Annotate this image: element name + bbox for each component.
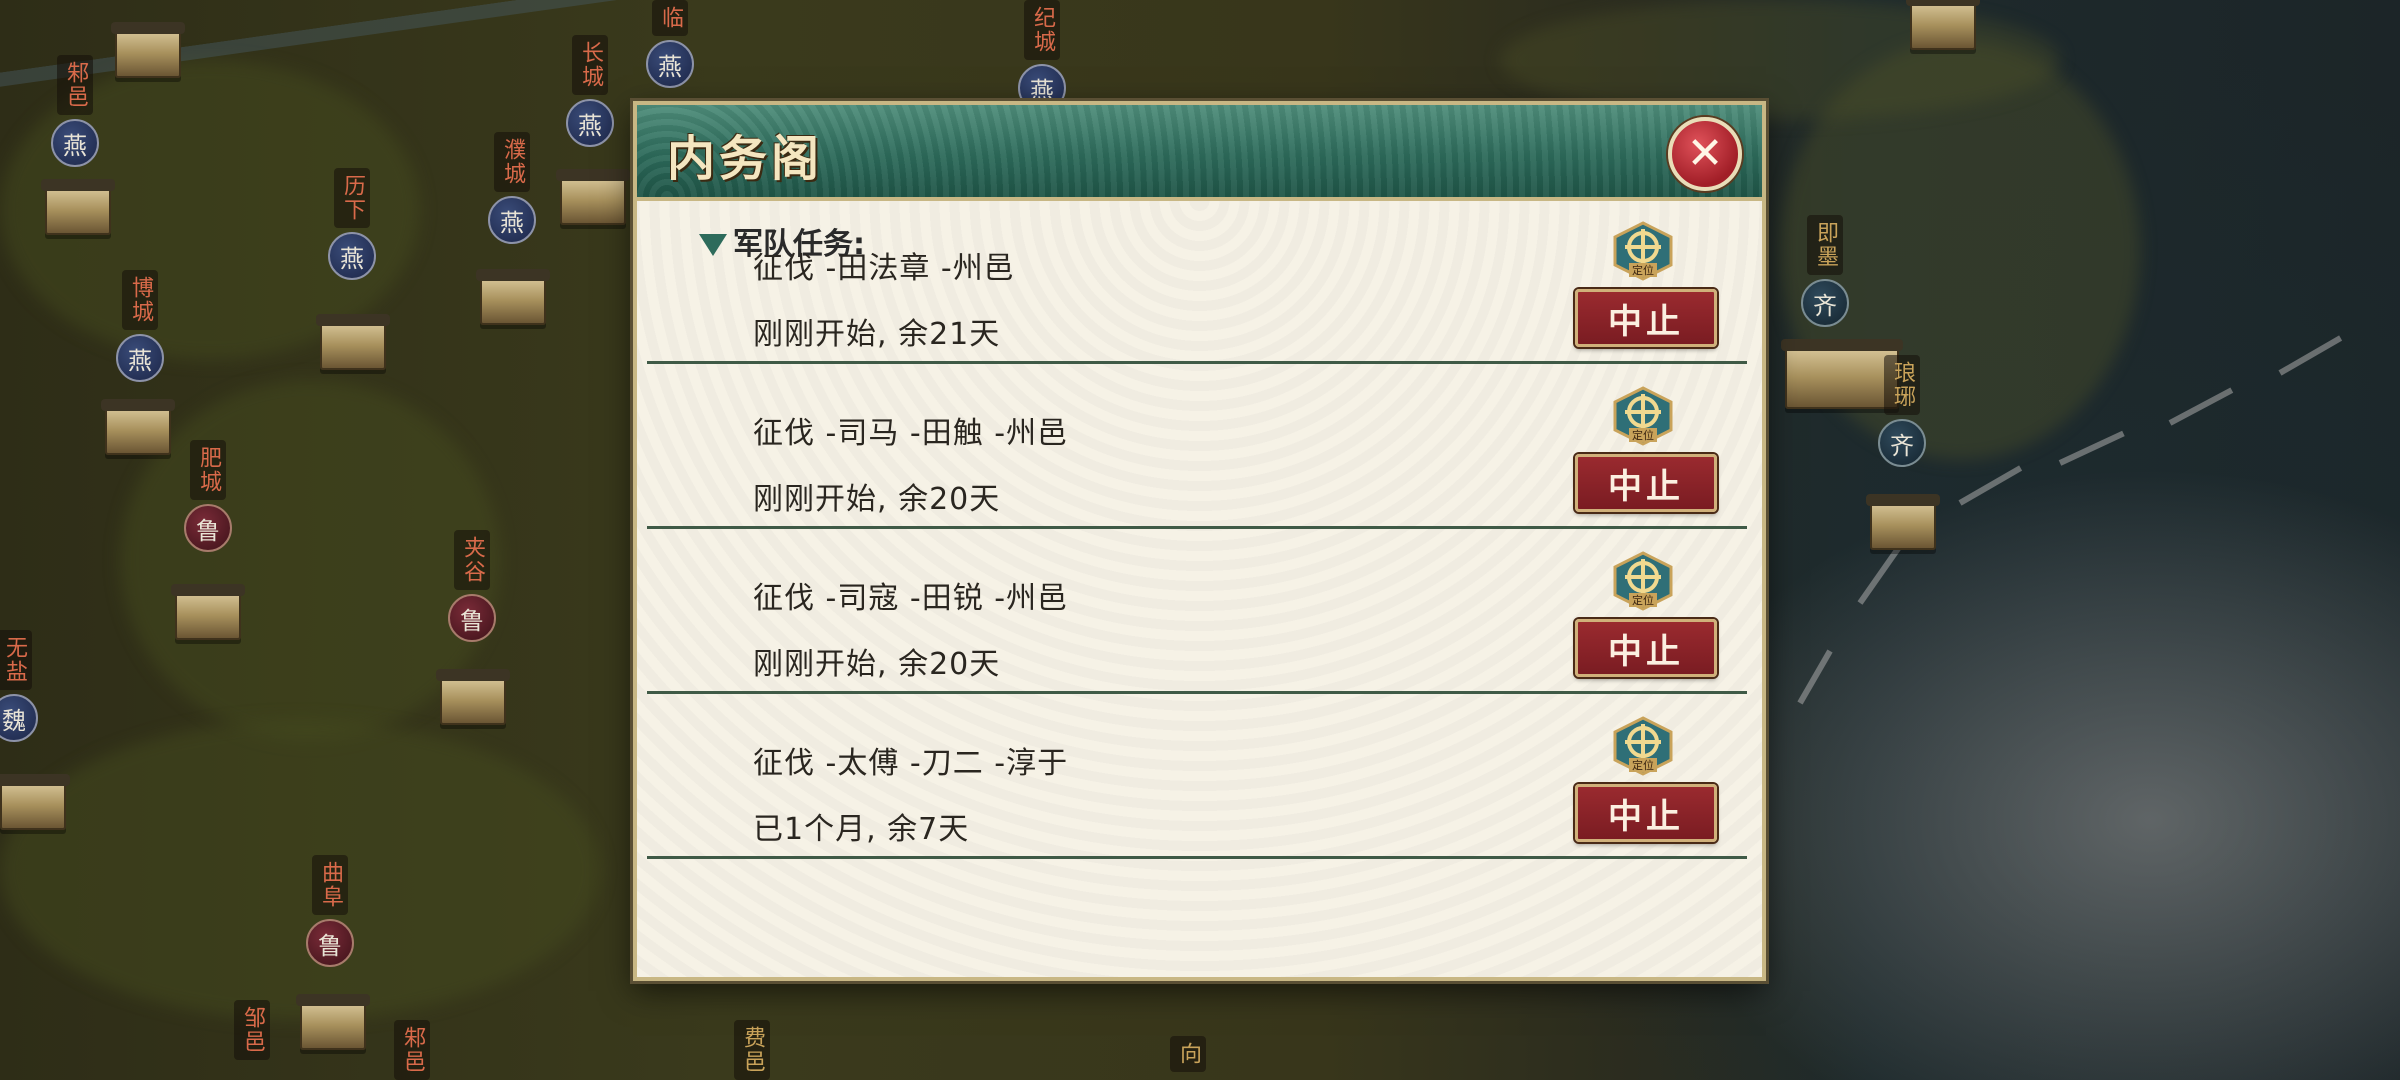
stop-button[interactable]: 中止 (1575, 784, 1717, 842)
city-name: 邾邑 (394, 1020, 430, 1080)
building-icon[interactable] (1866, 494, 1940, 550)
city-marker[interactable]: 纪城 燕 (1018, 0, 1066, 112)
dialog-header: 内务阁 ✕ (637, 105, 1762, 201)
building-icon[interactable] (556, 169, 630, 225)
city-marker[interactable]: 博城 燕 (116, 270, 164, 382)
game-screen: 邾邑 燕 长城 燕 临 燕 纪城 燕 历下 燕 濮城 燕 博城 燕 肥城 鲁 夹… (0, 0, 2400, 1080)
svg-text:定位: 定位 (1632, 263, 1654, 277)
city-name: 曲阜 (312, 855, 348, 915)
faction-badge: 燕 (488, 196, 536, 244)
task-row: 征伐 -太傅 -刀二 -淳于 已1个月, 余7天 定位 中止 (647, 696, 1747, 859)
faction-badge: 燕 (51, 119, 99, 167)
task-row: 征伐 -司马 -田触 -州邑 刚刚开始, 余20天 定位 中止 (647, 366, 1747, 529)
city-marker[interactable]: 无盐 魏 (0, 630, 38, 742)
faction-badge: 齐 (1801, 279, 1849, 327)
task-row: 征伐 -田法章 -州邑 刚刚开始, 余21天 定位 中止 (647, 201, 1747, 364)
city-name: 琅琊 (1884, 355, 1920, 415)
svg-text:定位: 定位 (1632, 428, 1654, 442)
crosshair-icon: 定位 (1613, 221, 1673, 281)
crosshair-icon: 定位 (1613, 386, 1673, 446)
city-marker[interactable]: 向 (1168, 1036, 1208, 1072)
city-name: 纪城 (1024, 0, 1060, 60)
city-marker[interactable]: 肥城 鲁 (184, 440, 232, 552)
task-status: 刚刚开始, 余21天 (753, 317, 1001, 352)
crosshair-icon: 定位 (1613, 551, 1673, 611)
city-marker[interactable]: 邾邑 (392, 1020, 432, 1080)
internal-affairs-dialog: 内务阁 ✕ 军队任务: 征伐 -田法章 -州邑 刚刚开始, 余21天 定位 中止… (633, 101, 1766, 981)
locate-button[interactable]: 定位 (1611, 551, 1675, 611)
svg-text:定位: 定位 (1632, 758, 1654, 772)
task-status: 刚刚开始, 余20天 (753, 647, 1001, 682)
city-name: 即墨 (1807, 215, 1843, 275)
faction-badge: 燕 (116, 334, 164, 382)
locate-button[interactable]: 定位 (1611, 386, 1675, 446)
building-icon[interactable] (316, 314, 390, 370)
faction-badge: 魏 (0, 694, 38, 742)
city-name: 博城 (122, 270, 158, 330)
task-title: 征伐 -田法章 -州邑 (753, 251, 1015, 286)
locate-button[interactable]: 定位 (1611, 716, 1675, 776)
city-marker[interactable]: 费邑 (732, 1020, 772, 1080)
building-icon[interactable] (171, 584, 245, 640)
city-marker[interactable]: 即墨 齐 (1801, 215, 1849, 327)
task-status: 刚刚开始, 余20天 (753, 482, 1001, 517)
faction-badge: 燕 (328, 232, 376, 280)
stop-button[interactable]: 中止 (1575, 619, 1717, 677)
faction-badge: 齐 (1878, 419, 1926, 467)
faction-badge: 燕 (646, 40, 694, 88)
city-name: 肥城 (190, 440, 226, 500)
city-marker[interactable]: 夹谷 鲁 (448, 530, 496, 642)
building-icon[interactable] (296, 994, 370, 1050)
city-name: 邾邑 (57, 55, 93, 115)
building-icon[interactable] (41, 179, 115, 235)
task-title: 征伐 -司马 -田触 -州邑 (753, 416, 1069, 451)
city-name: 濮城 (494, 132, 530, 192)
building-icon[interactable] (111, 22, 185, 78)
stop-button[interactable]: 中止 (1575, 454, 1717, 512)
faction-badge: 鲁 (448, 594, 496, 642)
city-marker[interactable]: 长城 燕 (566, 35, 614, 147)
svg-text:定位: 定位 (1632, 593, 1654, 607)
city-marker[interactable]: 邾邑 燕 (51, 55, 99, 167)
city-marker[interactable]: 濮城 燕 (488, 132, 536, 244)
task-list[interactable]: 军队任务: 征伐 -田法章 -州邑 刚刚开始, 余21天 定位 中止 征伐 -司… (637, 201, 1762, 977)
task-status: 已1个月, 余7天 (753, 812, 970, 847)
task-row: 征伐 -司寇 -田锐 -州邑 刚刚开始, 余20天 定位 中止 (647, 531, 1747, 694)
dialog-title: 内务阁 (667, 131, 824, 187)
task-title: 征伐 -太傅 -刀二 -淳于 (753, 746, 1069, 781)
close-icon: ✕ (1686, 128, 1724, 179)
faction-badge: 鲁 (306, 919, 354, 967)
city-name: 向 (1170, 1036, 1206, 1072)
city-name: 无盐 (0, 630, 32, 690)
close-button[interactable]: ✕ (1668, 117, 1742, 191)
city-name: 历下 (334, 168, 370, 228)
faction-badge: 燕 (566, 99, 614, 147)
city-marker[interactable]: 曲阜 鲁 (306, 855, 354, 967)
crosshair-icon: 定位 (1613, 716, 1673, 776)
building-icon[interactable] (436, 669, 510, 725)
city-name: 夹谷 (454, 530, 490, 590)
city-name: 费邑 (734, 1020, 770, 1080)
building-icon[interactable] (101, 399, 175, 455)
faction-badge: 鲁 (184, 504, 232, 552)
building-icon[interactable] (1906, 0, 1980, 50)
city-marker[interactable]: 邹邑 (232, 1000, 272, 1060)
locate-button[interactable]: 定位 (1611, 221, 1675, 281)
city-marker[interactable]: 临 燕 (646, 0, 694, 88)
stop-button[interactable]: 中止 (1575, 289, 1717, 347)
city-name: 长城 (572, 35, 608, 95)
building-icon[interactable] (476, 269, 550, 325)
task-title: 征伐 -司寇 -田锐 -州邑 (753, 581, 1069, 616)
city-name: 邹邑 (234, 1000, 270, 1060)
city-marker[interactable]: 历下 燕 (328, 168, 376, 280)
building-icon[interactable] (0, 774, 70, 830)
city-name: 临 (652, 0, 688, 36)
city-marker[interactable]: 琅琊 齐 (1878, 355, 1926, 467)
